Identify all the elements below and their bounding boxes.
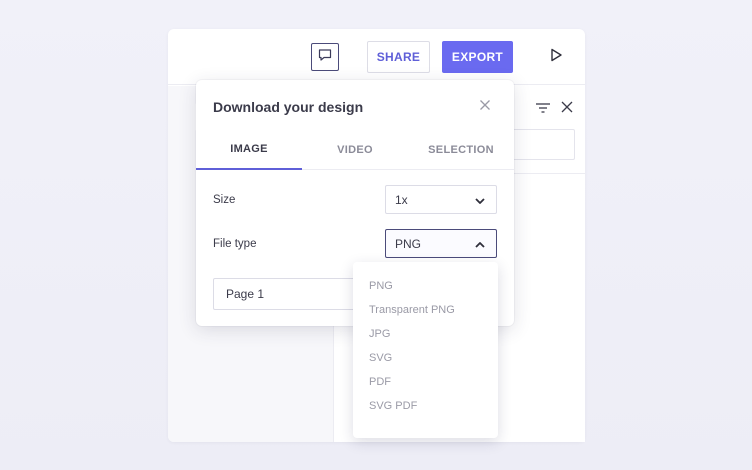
- file-type-label: File type: [213, 238, 257, 250]
- tab-image[interactable]: IMAGE: [196, 130, 302, 170]
- dropdown-option-pdf[interactable]: PDF: [369, 376, 391, 388]
- size-select[interactable]: 1x: [385, 185, 497, 214]
- tab-selection[interactable]: SELECTION: [408, 130, 514, 170]
- file-type-dropdown: PNG Transparent PNG JPG SVG PDF SVG PDF: [353, 262, 498, 438]
- dropdown-option-jpg[interactable]: JPG: [369, 328, 390, 340]
- dropdown-option-svg-pdf[interactable]: SVG PDF: [369, 400, 417, 412]
- chevron-down-icon: [474, 195, 486, 205]
- size-label: Size: [213, 194, 236, 206]
- comment-icon: [317, 47, 333, 68]
- dialog-title: Download your design: [213, 99, 364, 115]
- dropdown-option-transparent-png[interactable]: Transparent PNG: [369, 304, 455, 316]
- dialog-tabs: IMAGE VIDEO SELECTION: [196, 130, 514, 170]
- close-icon[interactable]: [479, 98, 491, 110]
- export-button[interactable]: EXPORT: [442, 41, 513, 73]
- chevron-up-icon: [474, 239, 486, 249]
- play-icon: [548, 47, 564, 68]
- present-button[interactable]: [546, 47, 566, 67]
- file-type-select[interactable]: PNG: [385, 229, 497, 258]
- close-icon[interactable]: [560, 100, 574, 114]
- dropdown-option-png[interactable]: PNG: [369, 280, 393, 292]
- filter-icon[interactable]: [534, 101, 552, 115]
- dropdown-option-svg[interactable]: SVG: [369, 352, 392, 364]
- tab-video[interactable]: VIDEO: [302, 130, 408, 170]
- top-toolbar: SHARE EXPORT: [168, 29, 585, 85]
- size-value: 1x: [395, 192, 408, 207]
- share-button[interactable]: SHARE: [367, 41, 430, 73]
- comment-button[interactable]: [311, 43, 339, 71]
- file-type-value: PNG: [395, 236, 422, 251]
- page-select[interactable]: Page 1: [213, 278, 363, 310]
